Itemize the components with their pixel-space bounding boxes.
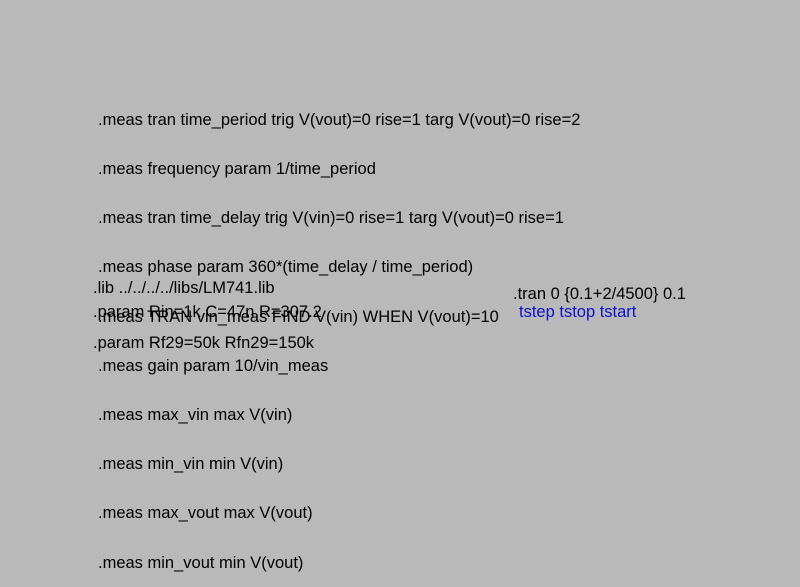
lib-directive[interactable]: .lib ../../../../libs/LM741.lib	[93, 279, 275, 297]
meas-line: .meas min_vin min V(vin)	[98, 455, 284, 474]
tran-directive[interactable]: .tran 0 {0.1+2/4500} 0.1	[513, 285, 686, 303]
param-directive-1[interactable]: .param Rin=1k C=47n R=307.2	[93, 303, 322, 321]
meas-directive-block[interactable]: .meas tran time_period trig V(vout)=0 ri…	[98, 79, 580, 587]
meas-line: .meas max_vout max V(vout)	[98, 504, 313, 523]
meas-line: .meas tran time_delay trig V(vin)=0 rise…	[98, 209, 564, 228]
param-directive-2[interactable]: .param Rf29=50k Rfn29=150k	[93, 334, 314, 352]
meas-line: .meas max_vin max V(vin)	[98, 406, 293, 425]
tran-parameter-hint: tstep tstop tstart	[519, 303, 637, 321]
schematic-canvas: { "meas_lines": [ ".meas tran time_perio…	[0, 0, 800, 571]
meas-line: .meas min_vout min V(vout)	[98, 553, 304, 572]
meas-line: .meas phase param 360*(time_delay / time…	[98, 258, 474, 277]
meas-line: .meas gain param 10/vin_meas	[98, 356, 329, 375]
meas-line: .meas frequency param 1/time_period	[98, 160, 376, 179]
meas-line: .meas tran time_period trig V(vout)=0 ri…	[98, 110, 581, 129]
